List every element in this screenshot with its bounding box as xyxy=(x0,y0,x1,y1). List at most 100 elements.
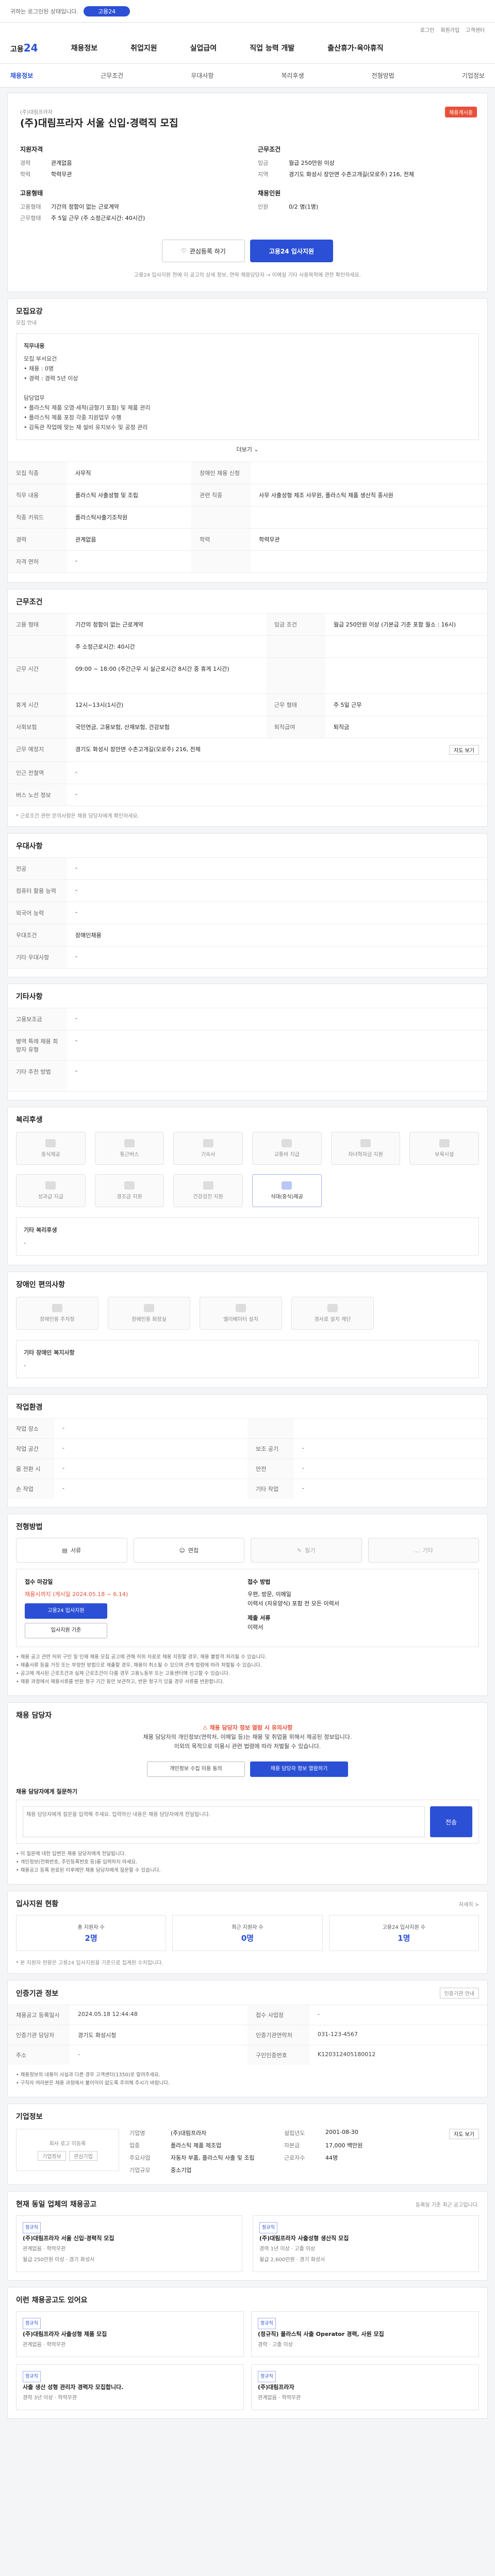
job-tag: 정규직 xyxy=(258,2371,276,2382)
view-contact-button[interactable]: 채용 담당자 정보 열람하기 xyxy=(250,1761,348,1777)
table-row: 근무 예정지 경기도 화성시 장안면 수촌고개길(모로주) 216, 전체 지도 보… xyxy=(8,738,487,762)
ask-notes: • 이 질문에 대한 답변은 채용 담당자에게 전달됩니다. • 개인정보(전화… xyxy=(8,1849,487,1884)
table-row: 고용보조금 - xyxy=(8,1008,487,1030)
tab-condition[interactable]: 근무조건 xyxy=(101,71,123,80)
helpdesk-link[interactable]: 고객센터 xyxy=(466,26,485,33)
row-value: 퇴직금 xyxy=(325,716,487,738)
table-row: 자격 면허 - xyxy=(8,550,487,573)
question-input[interactable] xyxy=(23,1806,425,1837)
note-item: • 이 질문에 대한 답변은 채용 담당자에게 전달됩니다. xyxy=(16,1851,126,1857)
condition-footnote: * 근로조건 관련 문의사항은 채용 담당자에게 확인하세요. xyxy=(16,814,139,819)
process-label: 인증기관 담당자 xyxy=(8,2025,70,2045)
follow-company-button[interactable]: 관심기업 xyxy=(69,2151,97,2161)
apply-info: 접수 마감일 채용시까지 (게시일 2024.05.18 ~ 6.14) 고용2… xyxy=(16,1569,479,1647)
same-company-section: 현재 동일 업체의 채용공고 등록일 기준 최근 공고입니다. 정규직 (주)대… xyxy=(7,2191,488,2281)
applicants-title: 입사지원 현황 xyxy=(16,1900,59,1908)
disability-etc-box: 기타 장애인 복지사항 - xyxy=(16,1340,479,1378)
meal-icon: 중식제공 xyxy=(16,1132,86,1165)
service-pill[interactable]: 고용24 xyxy=(83,6,130,16)
heart-icon: ♡ xyxy=(181,247,187,255)
menu-unemployment[interactable]: 실업급여 xyxy=(190,43,217,53)
logo-number: 24 xyxy=(23,42,38,54)
stat-recent: 최근 지원자 수 0명 xyxy=(172,1915,323,1951)
row-value: - xyxy=(67,946,487,969)
company-label xyxy=(284,2166,325,2174)
ask-box: 전송 xyxy=(16,1800,479,1844)
job-card-title[interactable]: (주)대림프라자 사출성형 생산직 모집 xyxy=(259,2233,472,2244)
send-button[interactable]: 전송 xyxy=(430,1806,472,1837)
menu-training[interactable]: 직업 능력 개발 xyxy=(250,43,294,53)
site-logo[interactable]: 고용24 xyxy=(10,42,38,54)
job-info: 월급 2,600만원 · 경기 화성시 xyxy=(259,2257,325,2263)
row-label: 전공 xyxy=(8,857,67,880)
apply-button[interactable]: 고용24 입사지원 xyxy=(250,240,333,262)
menu-leave[interactable]: 출산휴가·육아휴직 xyxy=(327,43,383,53)
stat-value: 0명 xyxy=(241,1934,254,1943)
job-card-title[interactable]: 사출 생산 성형 관리자 경력자 모집합니다. xyxy=(23,2382,237,2393)
tab-prefer[interactable]: 우대사항 xyxy=(191,71,213,80)
table-row: 고용 형태 기간의 정함이 없는 근로계약 임금 조건 월급 250만원 이상 (기본… xyxy=(8,613,487,636)
more-button[interactable]: 더보기 ⌄ xyxy=(8,440,487,462)
env-label: 작업 장소 xyxy=(8,1418,54,1438)
tab-company[interactable]: 기업정보 xyxy=(462,71,485,80)
tab-recruit[interactable]: 채용정보 xyxy=(10,71,33,80)
row-value xyxy=(325,657,487,694)
employ-type-heading: 고용형태 xyxy=(20,190,43,197)
job-meta: 관계없음 · 학력무관 xyxy=(258,2395,301,2401)
ask-title: 채용 담당자에게 질문하기 xyxy=(16,1788,77,1795)
consent-button[interactable]: 개인정보 수집 이용 동의 xyxy=(147,1761,245,1777)
map-button[interactable]: 지도 보기 xyxy=(449,745,479,755)
row-label xyxy=(191,550,251,573)
job-card[interactable]: 정규직 사출 생산 성형 관리자 경력자 모집합니다. 경력 3년 이상 · 학력무… xyxy=(16,2364,244,2410)
process-guide-button[interactable]: 인증기관 안내 xyxy=(439,1988,479,1998)
signup-link[interactable]: 회원가입 xyxy=(440,26,459,33)
note-item: • 개인정보(전화번호, 주민등록번호 등)를 입력하지 마세요. xyxy=(16,1859,138,1865)
etc-table: 고용보조금 - 병역 특례 채용 희망자 유형 - 기타 추천 방법 - xyxy=(8,1008,487,1092)
apply-criteria-button[interactable]: 입사지원 기준 xyxy=(25,1623,107,1638)
table-row: 기타 우대사항 - xyxy=(8,946,487,969)
job-card[interactable]: 정규직 (정규직) 플라스틱 사출 Operator 경력, 사원 모집 경력 · … xyxy=(251,2311,479,2357)
menu-jobs[interactable]: 채용정보 xyxy=(71,43,98,53)
stat-online: 고용24 입사지원 수 1명 xyxy=(328,1915,479,1951)
stat-label: 고용24 입사지원 수 xyxy=(382,1925,426,1930)
env-label: 몸 전환 시 xyxy=(8,1459,54,1479)
company-info-button[interactable]: 기업정보 xyxy=(38,2151,66,2161)
applicants-section: 입사지원 현황 자세히 > 총 지원자 수 2명 최근 지원자 수 0명 고용24 … xyxy=(7,1891,488,1974)
region-label: 지역 xyxy=(258,171,269,178)
job-card[interactable]: 정규직 (주)대림프라자 사출성형 제품 모집 관계없음 · 학력무관 xyxy=(16,2311,244,2357)
process-value: 경기도 화성시청 xyxy=(70,2025,248,2045)
job-tag: 정규직 xyxy=(23,2318,41,2329)
job-card[interactable]: 정규직 (주)대림프라자 서울 신입·경력직 모집 관계없음 · 학력무관 월급… xyxy=(16,2215,242,2272)
method-tabs: ▤ 서류 ☺ 면접 ✎ 필기 … 기타 xyxy=(8,1532,487,1569)
row-value: - xyxy=(67,857,487,880)
process-label: 채용공고 등록일시 xyxy=(8,2005,70,2025)
welfare-label: 성과급 지급 xyxy=(38,1194,63,1200)
stat-label: 최근 지원자 수 xyxy=(232,1925,263,1930)
menu-employment-support[interactable]: 취업지원 xyxy=(130,43,157,53)
tab-welfare[interactable]: 복리후생 xyxy=(281,71,304,80)
step-label: 면접 xyxy=(188,1547,199,1554)
recommend-jobs: 정규직 (주)대림프라자 사출성형 제품 모집 관계없음 · 학력무관 정규직 (정규… xyxy=(8,2305,487,2418)
lunch-icon: 식대(중식)제공 xyxy=(252,1174,322,1207)
tab-method[interactable]: 전형방법 xyxy=(372,71,394,80)
login-link[interactable]: 로그인 xyxy=(420,26,435,33)
table-row: 병역 특례 채용 희망자 유형 - xyxy=(8,1030,487,1061)
qualification-heading: 지원자격 xyxy=(20,146,43,153)
job-card-title[interactable]: (주)대림프라자 서울 신입·경력직 모집 xyxy=(23,2233,236,2244)
company-map-button[interactable]: 지도 보기 xyxy=(449,2129,479,2139)
job-card-title[interactable]: (정규직) 플라스틱 사출 Operator 경력, 사원 모집 xyxy=(258,2329,472,2340)
env-value: - xyxy=(294,1459,487,1479)
env-value: - xyxy=(294,1479,487,1499)
job-card[interactable]: 정규직 (주)대림프라자 사출성형 생산직 모집 경력 1년 이상 · 고졸 이… xyxy=(253,2215,479,2272)
job-card-title[interactable]: (주)대림프라자 사출성형 제품 모집 xyxy=(23,2329,237,2340)
step-label: 기타 xyxy=(422,1547,433,1554)
process-label: 접수 사업장 xyxy=(248,2005,309,2025)
applicants-link[interactable]: 자세히 > xyxy=(459,1900,479,1908)
job-card[interactable]: 정규직 (주)대림프라자관계없음 · 학력무관 xyxy=(251,2364,479,2410)
job-card-title[interactable]: (주)대림프라자 xyxy=(258,2382,472,2393)
environment-section: 작업환경 작업 장소 - 작업 공간 - 보조 공기 - 몸 전환 시 - 안전 - 손 작업… xyxy=(7,1394,488,1507)
contact-title: 채용 담당자 xyxy=(16,1711,52,1720)
prefer-table: 전공 - 컴퓨터 활용 능력 - 외국어 능력 - 우대조건 장애인채용 기타 우대사항… xyxy=(8,857,487,969)
apply-button-2[interactable]: 고용24 입사지원 xyxy=(25,1603,107,1619)
scrap-button[interactable]: ♡ 관심등록 하기 xyxy=(162,240,245,262)
